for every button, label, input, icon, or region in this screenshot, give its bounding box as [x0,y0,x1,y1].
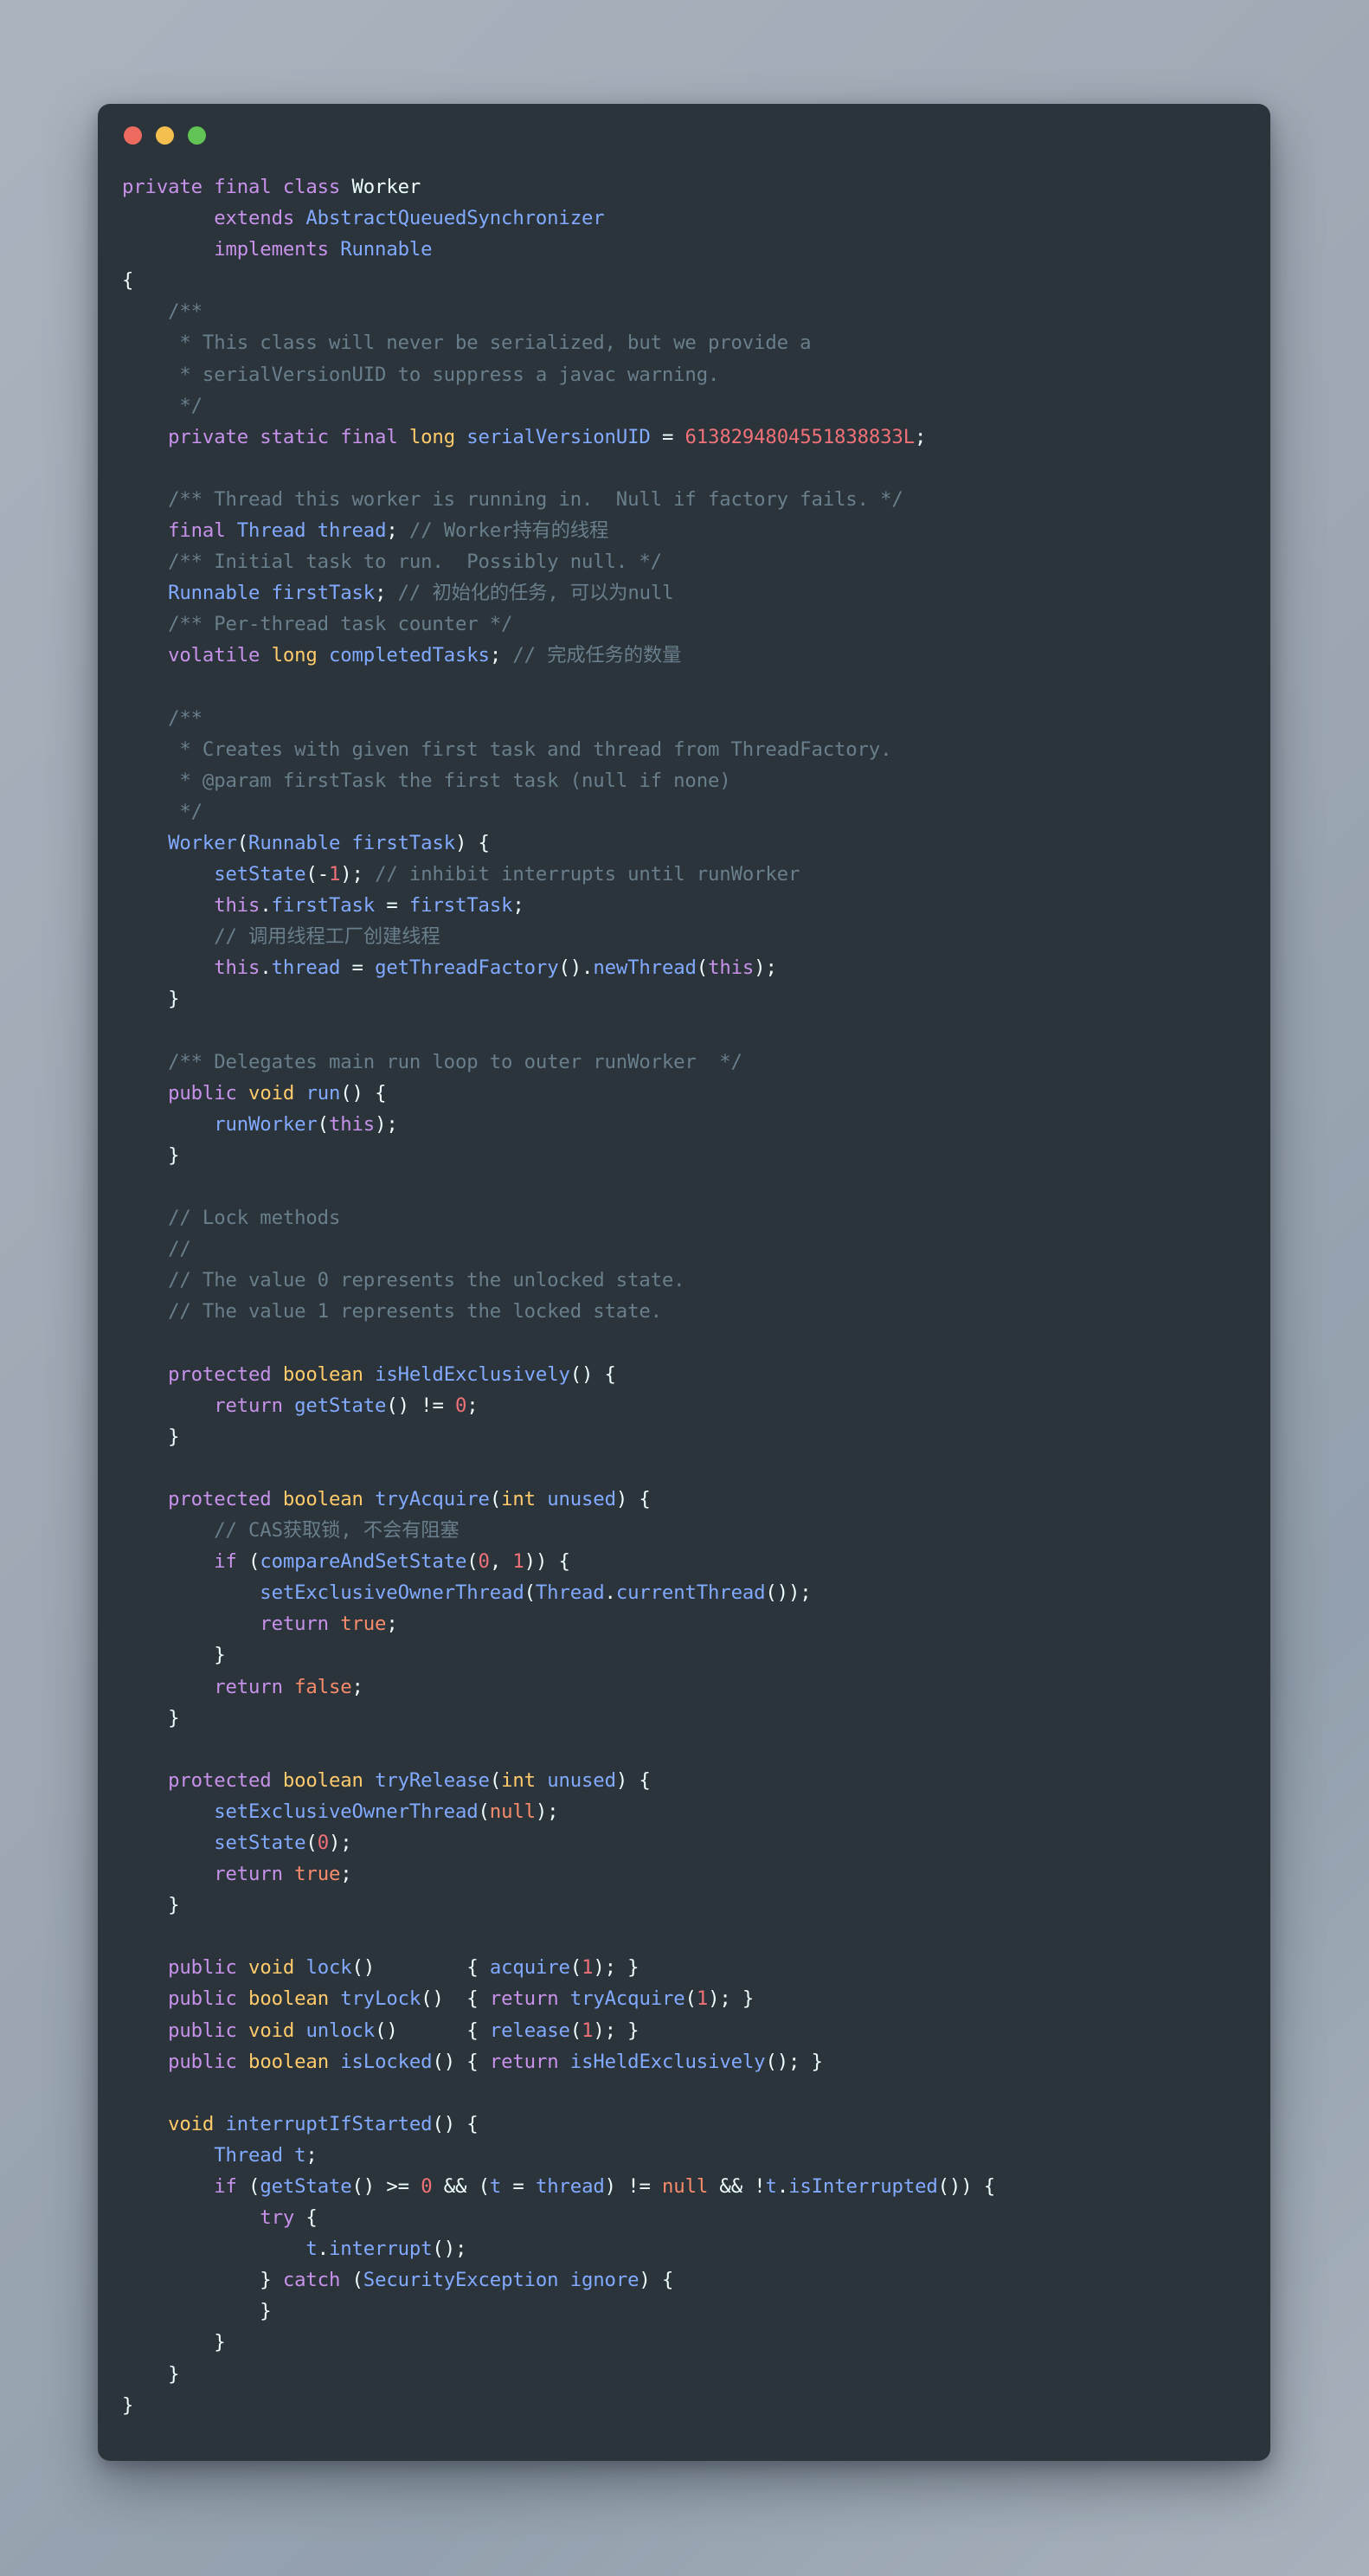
window-titlebar [98,104,1270,166]
code-window: private final class Worker extends Abstr… [98,104,1270,2461]
close-window-button[interactable] [124,126,142,145]
source-code[interactable]: private final class Worker extends Abstr… [122,171,1236,2421]
code-editor-area[interactable]: private final class Worker extends Abstr… [98,166,1270,2461]
minimize-window-button[interactable] [156,126,174,145]
page-root: private final class Worker extends Abstr… [0,0,1369,2576]
zoom-window-button[interactable] [188,126,206,145]
